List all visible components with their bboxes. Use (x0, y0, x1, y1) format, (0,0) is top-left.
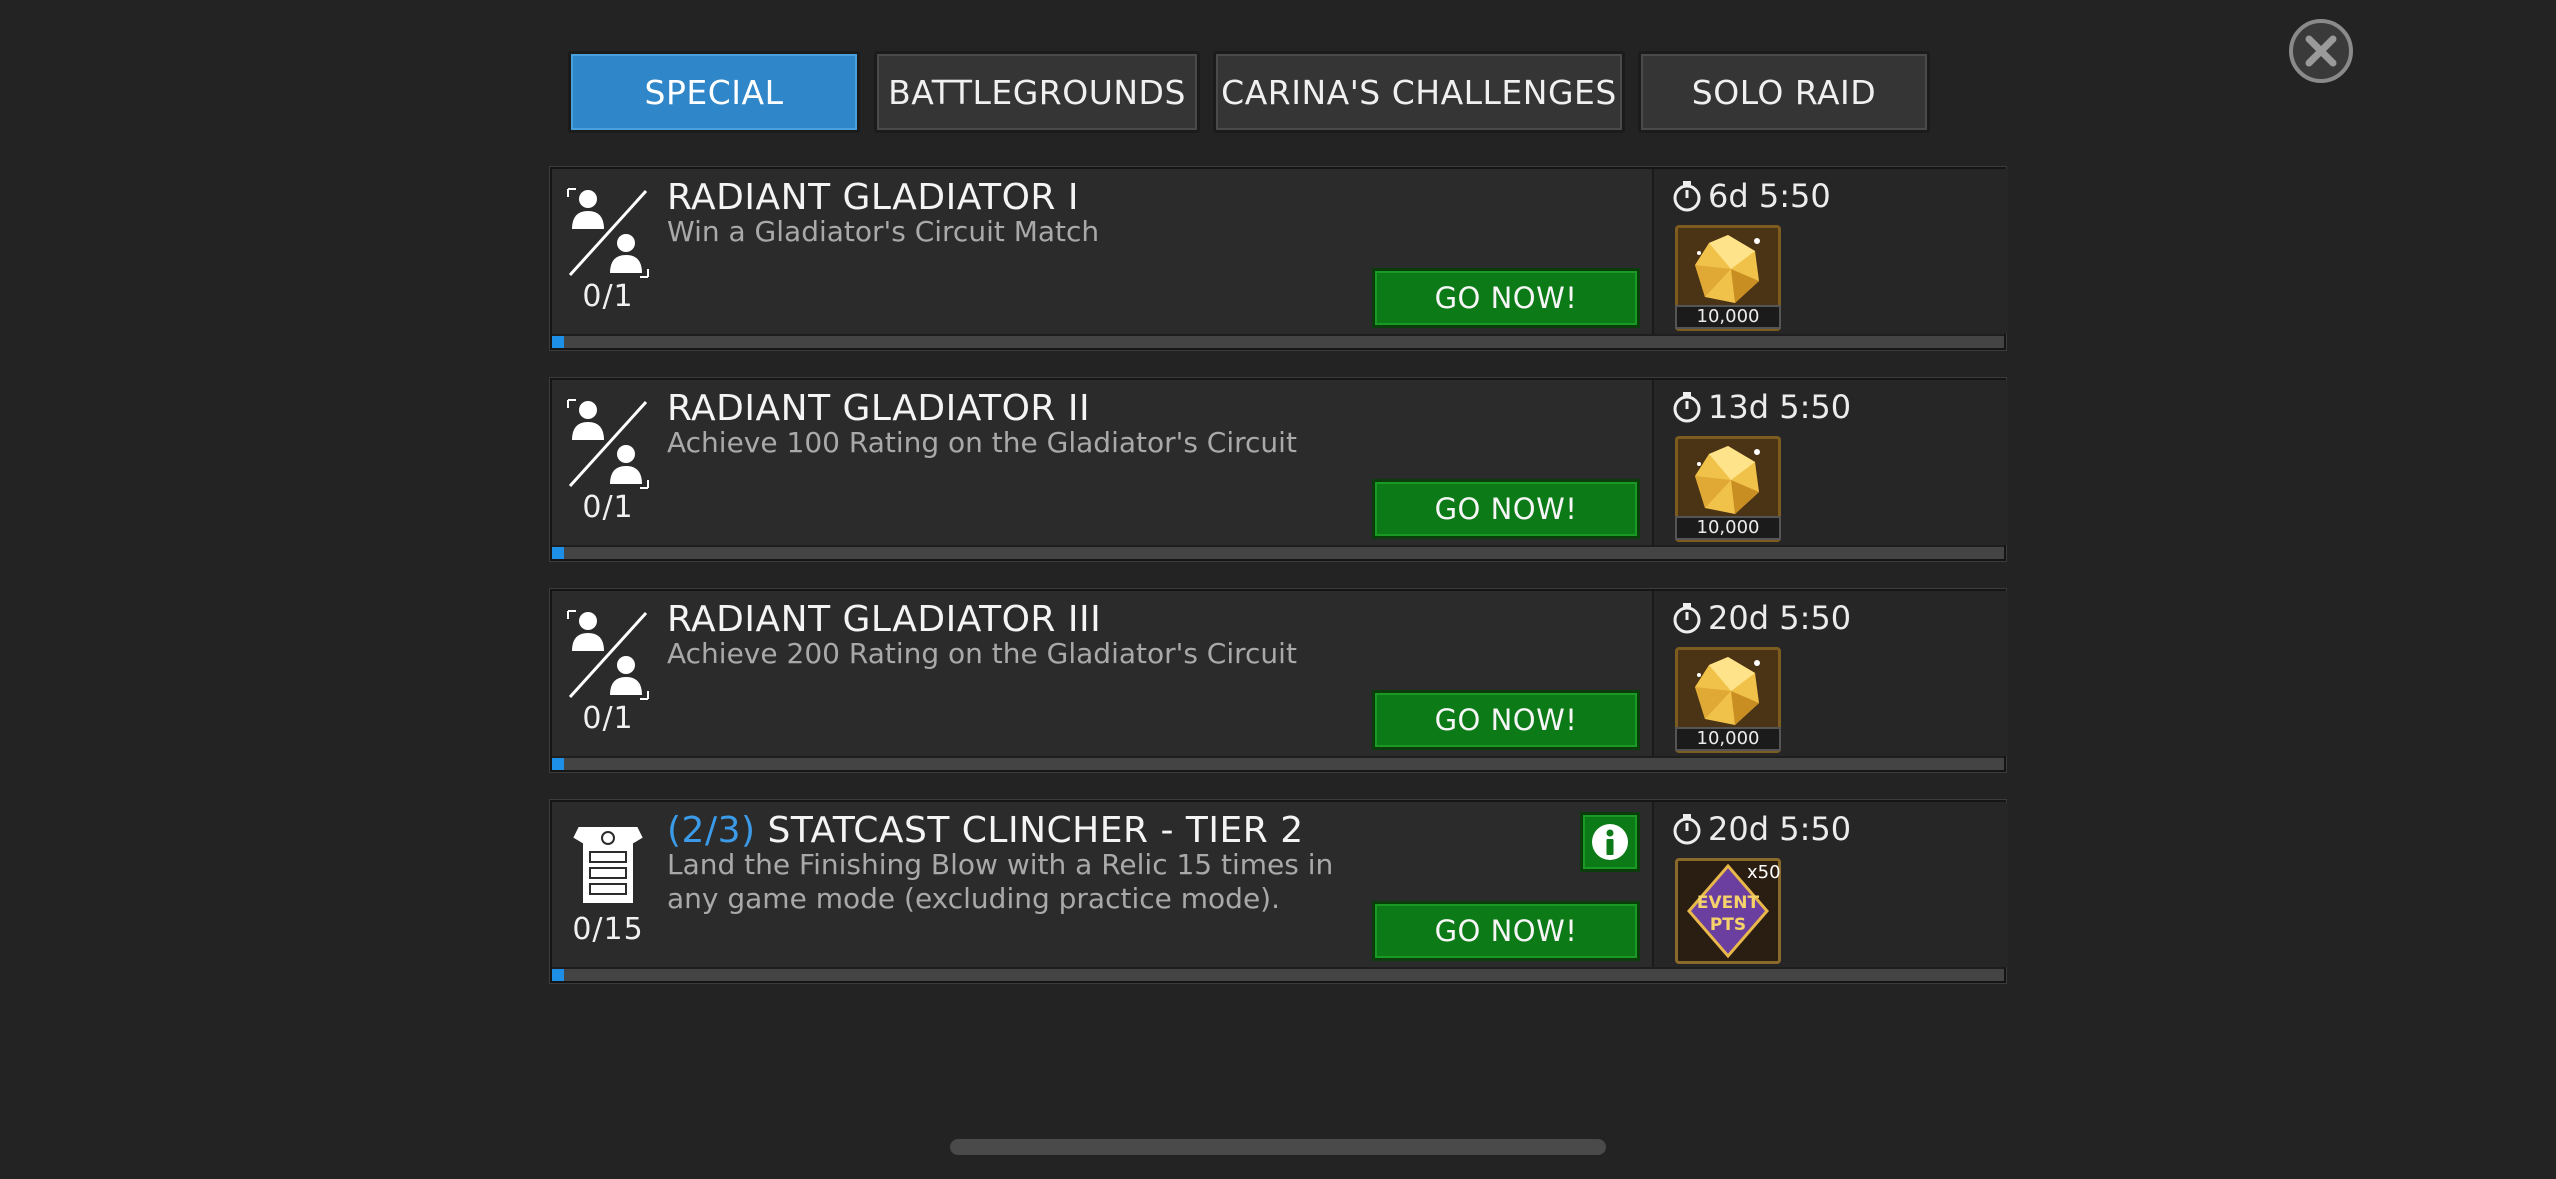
progress-count: 0/15 (572, 912, 644, 947)
reward-amount: 10,000 (1675, 727, 1781, 751)
go-now-button[interactable]: GO NOW! (1372, 690, 1640, 750)
stopwatch-icon (1673, 603, 1701, 634)
tab-label: SOLO RAID (1691, 72, 1877, 112)
objective-description: Land the Finishing Blow with a Relic 15 … (667, 848, 1334, 915)
tier-indicator: (2/3) (667, 810, 756, 851)
stopwatch-icon (1673, 814, 1701, 845)
tab-solo-raid[interactable]: SOLO RAID (1638, 51, 1930, 133)
gold-crystal-icon (1695, 657, 1760, 725)
close-icon (2305, 35, 2337, 67)
progress-bar-fill (552, 969, 564, 981)
reward-amount: 10,000 (1675, 305, 1781, 329)
go-now-label: GO NOW! (1434, 914, 1578, 948)
timer-text: 20d 5:50 (1708, 810, 1852, 848)
timer: 20d 5:50 (1672, 599, 1851, 637)
tab-special[interactable]: SPECIAL (568, 51, 860, 133)
versus-players-icon (567, 610, 649, 700)
go-now-label: GO NOW! (1434, 703, 1578, 737)
timer-text: 6d 5:50 (1708, 177, 1831, 215)
objective-title-text: RADIANT GLADIATOR I (667, 177, 1079, 218)
objective-description: Achieve 100 Rating on the Gladiator's Ci… (667, 426, 1297, 459)
go-now-label: GO NOW! (1434, 281, 1578, 315)
reward-item[interactable]: EVENT PTS x50 (1675, 858, 1781, 964)
progress-count: 0/1 (582, 701, 634, 736)
gold-crystal-icon (1695, 235, 1760, 303)
go-now-button[interactable]: GO NOW! (1372, 268, 1640, 328)
objective-card: 0/15 (2/3) STATCAST CLINCHER - TIER 2 La… (550, 800, 2008, 983)
tab-battlegrounds[interactable]: BATTLEGROUNDS (874, 51, 1200, 133)
progress-bar (552, 334, 2004, 348)
close-button[interactable] (2289, 19, 2353, 83)
go-now-button[interactable]: GO NOW! (1372, 901, 1640, 961)
progress-count: 0/1 (582, 490, 634, 525)
progress-bar-fill (552, 547, 564, 559)
tab-label: CARINA'S CHALLENGES (1221, 72, 1617, 112)
objective-card: 0/1 RADIANT GLADIATOR I Win a Gladiator'… (550, 167, 2008, 350)
timer: 20d 5:50 (1672, 810, 1851, 848)
objective-title-text: RADIANT GLADIATOR II (667, 388, 1091, 429)
versus-players-icon (567, 399, 649, 489)
tab-carinas-challenges[interactable]: CARINA'S CHALLENGES (1213, 51, 1625, 133)
reward-item[interactable]: 10,000 (1675, 436, 1781, 542)
progress-bar (552, 545, 2004, 559)
go-now-label: GO NOW! (1434, 492, 1578, 526)
scrollbar[interactable] (950, 1139, 1606, 1155)
timer: 6d 5:50 (1672, 177, 1831, 215)
timer-text: 20d 5:50 (1708, 599, 1852, 637)
objective-card: 0/1 RADIANT GLADIATOR III Achieve 200 Ra… (550, 589, 2008, 772)
objective-card: 0/1 RADIANT GLADIATOR II Achieve 100 Rat… (550, 378, 2008, 561)
objective-title-text: RADIANT GLADIATOR III (667, 599, 1102, 640)
go-now-button[interactable]: GO NOW! (1372, 479, 1640, 539)
progress-bar (552, 967, 2004, 981)
gold-crystal-icon (1695, 446, 1760, 514)
progress-bar-fill (552, 336, 564, 348)
objective-title-text: STATCAST CLINCHER - TIER 2 (767, 810, 1304, 851)
tab-label: SPECIAL (644, 72, 784, 112)
objective-description: Win a Gladiator's Circuit Match (667, 215, 1100, 248)
reward-item[interactable]: 10,000 (1675, 225, 1781, 331)
objective-title: RADIANT GLADIATOR III (667, 599, 1101, 640)
progress-count: 0/1 (582, 279, 634, 314)
objective-title: RADIANT GLADIATOR II (667, 388, 1090, 429)
versus-players-icon (567, 188, 649, 278)
info-button[interactable] (1580, 812, 1640, 872)
objective-title: RADIANT GLADIATOR I (667, 177, 1079, 218)
objective-title: (2/3) STATCAST CLINCHER - TIER 2 (667, 810, 1304, 851)
progress-bar-fill (552, 758, 564, 770)
armor-relic-icon (570, 825, 646, 905)
timer: 13d 5:50 (1672, 388, 1851, 426)
stopwatch-icon (1673, 392, 1701, 423)
progress-bar (552, 756, 2004, 770)
stopwatch-icon (1673, 181, 1701, 212)
info-icon (1592, 824, 1628, 860)
reward-item[interactable]: 10,000 (1675, 647, 1781, 753)
reward-multiplier: x50 (1747, 862, 1781, 883)
objective-description: Achieve 200 Rating on the Gladiator's Ci… (667, 637, 1297, 670)
timer-text: 13d 5:50 (1708, 388, 1852, 426)
reward-amount: 10,000 (1675, 516, 1781, 540)
tab-label: BATTLEGROUNDS (888, 72, 1186, 112)
